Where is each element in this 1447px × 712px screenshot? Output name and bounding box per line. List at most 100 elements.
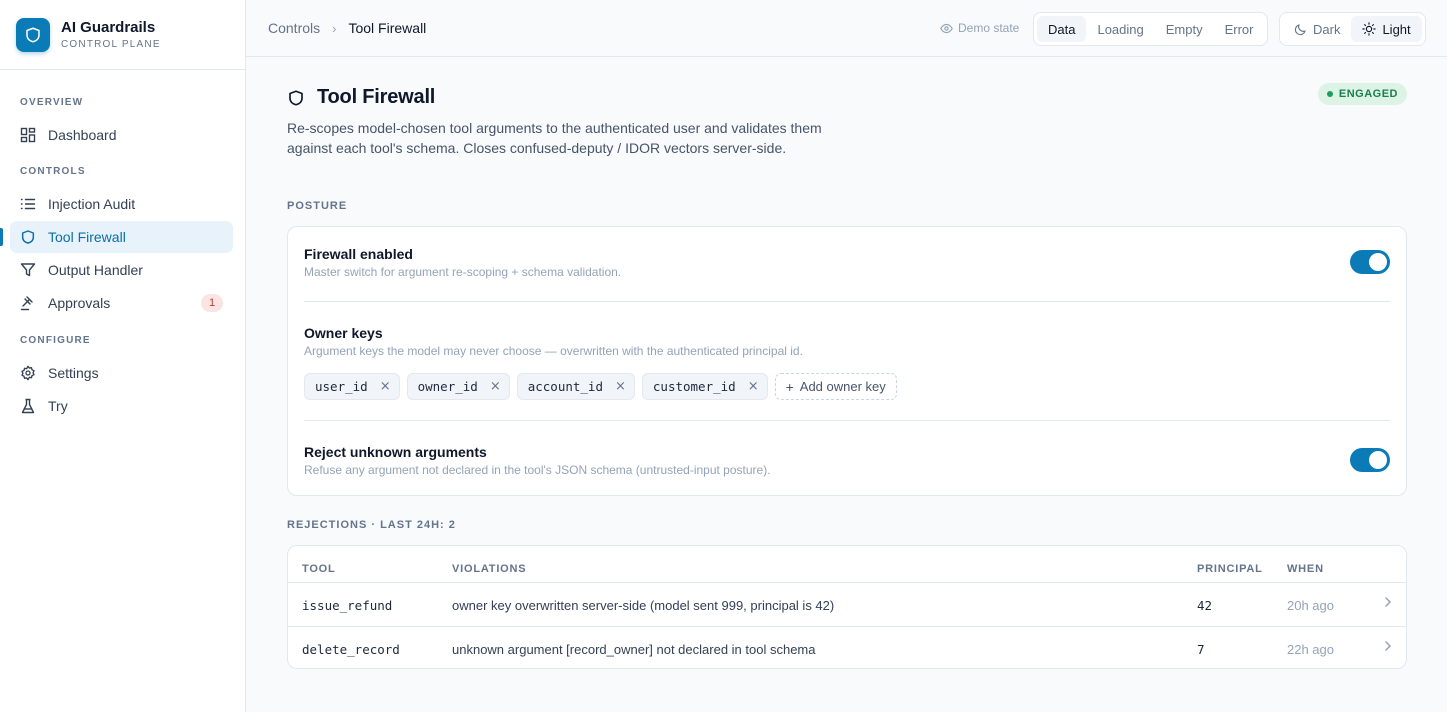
remove-key-icon[interactable]: × — [615, 379, 626, 394]
owner-key-label: user_id — [315, 379, 368, 394]
owner-key-label: customer_id — [652, 379, 736, 394]
reject-unknown-title: Reject unknown arguments — [304, 444, 487, 460]
demo-state-switcher: Data Loading Empty Error — [1033, 12, 1269, 46]
brand: AI Guardrails CONTROL PLANE — [0, 0, 245, 70]
column-header-violations: VIOLATIONS — [452, 563, 527, 575]
remove-key-icon[interactable]: × — [490, 379, 501, 394]
owner-key-chip: owner_id × — [406, 373, 510, 400]
reject-unknown-toggle[interactable] — [1350, 448, 1390, 472]
remove-key-icon[interactable]: × — [748, 379, 759, 394]
brand-subtitle: CONTROL PLANE — [61, 39, 161, 50]
sidebar-item-label: Settings — [48, 365, 99, 381]
sidebar-item-injection-audit[interactable]: Injection Audit — [10, 188, 233, 220]
gear-icon — [20, 365, 36, 381]
add-owner-key-label: Add owner key — [799, 379, 886, 394]
row-when: 22h ago — [1287, 642, 1334, 657]
row-tool: delete_record — [302, 642, 400, 657]
toggle-knob — [1369, 253, 1387, 271]
firewall-enabled-title: Firewall enabled — [304, 246, 413, 262]
breadcrumb-current: Tool Firewall — [348, 20, 427, 36]
shield-icon — [20, 229, 36, 245]
posture-card: Firewall enabled Master switch for argum… — [287, 226, 1407, 496]
owner-keys-title: Owner keys — [304, 325, 383, 341]
sidebar-item-label: Output Handler — [48, 262, 143, 278]
add-owner-key-button[interactable]: + Add owner key — [774, 373, 897, 400]
moon-icon — [1294, 23, 1307, 36]
firewall-enabled-toggle[interactable] — [1350, 250, 1390, 274]
demo-state-data[interactable]: Data — [1037, 16, 1087, 42]
topbar: Controls › Tool Firewall Demo state Data… — [246, 0, 1447, 57]
owner-keys-list: user_id × owner_id × account_id × custom… — [304, 373, 897, 400]
sidebar-item-try[interactable]: Try — [10, 390, 233, 422]
demo-state-text: Demo state — [958, 21, 1020, 35]
page-description: Re-scopes model-chosen tool arguments to… — [287, 120, 822, 156]
reject-unknown-subtitle: Refuse any argument not declared in the … — [304, 463, 771, 477]
table-row[interactable]: issue_refund owner key overwritten serve… — [288, 582, 1406, 626]
demo-state-error[interactable]: Error — [1214, 16, 1265, 42]
approvals-count-badge: 1 — [201, 294, 223, 312]
theme-light-button[interactable]: Light — [1351, 16, 1422, 42]
list-icon — [20, 196, 36, 212]
demo-state-label: Demo state — [940, 21, 1019, 35]
nav-section-configure: CONFIGURE — [20, 335, 91, 346]
row-tool: issue_refund — [302, 598, 393, 613]
brand-title: AI Guardrails — [61, 19, 156, 36]
column-header-when: WHEN — [1287, 563, 1324, 575]
column-header-tool: TOOL — [302, 563, 336, 575]
shield-logo-icon — [26, 27, 40, 42]
sidebar-item-settings[interactable]: Settings — [10, 357, 233, 389]
row-violation: owner key overwritten server-side (model… — [452, 598, 835, 613]
sun-icon — [1362, 22, 1377, 36]
sidebar-item-output-handler[interactable]: Output Handler — [10, 254, 233, 286]
sidebar-item-label: Tool Firewall — [48, 229, 126, 245]
rejections-table: TOOL VIOLATIONS PRINCIPAL WHEN issue_ref… — [287, 545, 1407, 669]
breadcrumb: Controls › Tool Firewall — [268, 20, 426, 36]
theme-switcher: Dark Light — [1279, 12, 1426, 46]
divider — [304, 301, 1390, 302]
demo-state-loading[interactable]: Loading — [1086, 16, 1154, 42]
status-badge: ENGAGED — [1317, 83, 1407, 105]
chevron-right-icon — [1384, 595, 1392, 611]
active-indicator — [0, 228, 3, 246]
dashboard-grid-icon — [20, 127, 36, 143]
owner-key-chip: customer_id × — [641, 373, 768, 400]
status-text: ENGAGED — [1338, 88, 1398, 100]
sidebar-item-tool-firewall[interactable]: Tool Firewall — [10, 221, 233, 253]
sidebar-item-label: Try — [48, 398, 68, 414]
plus-icon: + — [785, 378, 794, 395]
owner-key-chip: user_id × — [304, 373, 400, 400]
toggle-knob — [1369, 451, 1387, 469]
sidebar: AI Guardrails CONTROL PLANE OVERVIEW Das… — [0, 0, 246, 712]
owner-key-chip: account_id × — [516, 373, 635, 400]
row-principal: 7 — [1197, 642, 1205, 657]
breadcrumb-parent[interactable]: Controls — [268, 20, 320, 36]
owner-keys-subtitle: Argument keys the model may never choose… — [304, 344, 803, 358]
flask-icon — [20, 398, 36, 414]
row-when: 20h ago — [1287, 598, 1334, 613]
brand-logo — [16, 17, 50, 52]
remove-key-icon[interactable]: × — [380, 379, 391, 394]
table-row[interactable]: delete_record unknown argument [record_o… — [288, 626, 1406, 670]
gavel-icon — [20, 295, 36, 311]
posture-section-label: POSTURE — [287, 200, 348, 212]
theme-dark-button[interactable]: Dark — [1283, 16, 1351, 42]
firewall-enabled-subtitle: Master switch for argument re-scoping + … — [304, 265, 622, 279]
page-header: Tool Firewall — [287, 86, 435, 109]
eye-icon — [940, 22, 953, 35]
owner-key-label: owner_id — [417, 379, 478, 394]
sidebar-item-label: Injection Audit — [48, 196, 136, 212]
sidebar-item-dashboard[interactable]: Dashboard — [10, 119, 233, 151]
sidebar-item-approvals[interactable]: Approvals 1 — [10, 287, 233, 319]
sidebar-item-label: Approvals — [48, 295, 111, 311]
page-title: Tool Firewall — [317, 86, 436, 108]
nav-section-overview: OVERVIEW — [20, 97, 84, 108]
chevron-right-icon — [1384, 639, 1392, 655]
column-header-principal: PRINCIPAL — [1197, 563, 1263, 575]
demo-state-empty[interactable]: Empty — [1155, 16, 1214, 42]
breadcrumb-separator-icon: › — [332, 20, 337, 36]
nav-section-controls: CONTROLS — [20, 166, 86, 177]
sidebar-item-label: Dashboard — [48, 127, 117, 143]
divider — [304, 420, 1390, 421]
filter-icon — [20, 262, 36, 278]
theme-light-label: Light — [1382, 21, 1411, 37]
